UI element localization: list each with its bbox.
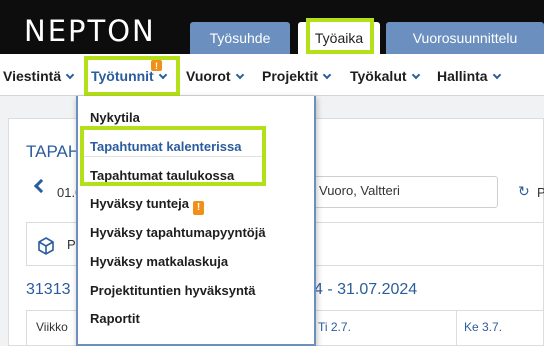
tyotunnit-dropdown: Nykytila Tapahtumat kalenterissa Tapahtu… bbox=[76, 96, 316, 346]
dropdown-item-hyvaksy-tapahtumapyyntoja[interactable]: Hyväksy tapahtumapyyntöjä bbox=[90, 225, 266, 240]
alert-badge: ! bbox=[193, 201, 204, 215]
tab-tyoaika[interactable]: Työaika bbox=[298, 22, 380, 54]
tab-vuorosuunnittelu[interactable]: Vuorosuunnittelu bbox=[386, 22, 544, 54]
menu-projektit[interactable]: Projektit bbox=[262, 68, 332, 84]
column-header-wed[interactable]: Ke 3.7. bbox=[464, 320, 502, 334]
menu-tyokalut[interactable]: Työkalut bbox=[350, 68, 420, 84]
chevron-down-icon bbox=[158, 70, 167, 80]
person-select[interactable]: Vuoro, Valtteri bbox=[310, 176, 498, 208]
tool-label[interactable]: P bbox=[67, 237, 76, 252]
dropdown-item-hyvaksy-matkalaskuja[interactable]: Hyväksy matkalaskuja bbox=[90, 254, 228, 269]
chevron-down-icon bbox=[65, 70, 75, 80]
refresh-icon[interactable]: ↻ bbox=[518, 183, 530, 200]
dropdown-item-tapahtumat-kalenterissa[interactable]: Tapahtumat kalenterissa bbox=[90, 139, 241, 154]
divider bbox=[80, 156, 262, 157]
chevron-down-icon bbox=[322, 70, 332, 80]
page-title: TAPAH bbox=[26, 142, 81, 161]
refresh-label[interactable]: P bbox=[537, 185, 544, 200]
column-header-tue[interactable]: Ti 2.7. bbox=[318, 320, 351, 334]
period-title-left: 31313 bbox=[26, 281, 71, 298]
menu-viestinta[interactable]: Viestintä bbox=[3, 68, 75, 84]
chevron-down-icon bbox=[411, 70, 420, 80]
menu-vuorot[interactable]: Vuorot bbox=[186, 68, 244, 84]
column-header-week: Viikko bbox=[36, 320, 68, 334]
app-logo: NEPTON bbox=[24, 14, 156, 48]
cube-icon[interactable] bbox=[37, 237, 55, 255]
main-menu-bar: Viestintä Työtunnit Vuorot Projektit Työ… bbox=[0, 54, 544, 96]
dropdown-item-projektituntien-hyvaksynta[interactable]: Projektituntien hyväksyntä bbox=[90, 283, 255, 298]
chevron-down-icon bbox=[235, 70, 244, 80]
period-title-right: 4 - 31.07.2024 bbox=[314, 281, 418, 298]
menu-hallinta[interactable]: Hallinta bbox=[437, 68, 501, 84]
chevron-down-icon bbox=[492, 70, 501, 80]
tab-tyosuhde[interactable]: Työsuhde bbox=[190, 22, 290, 54]
dropdown-item-raportit[interactable]: Raportit bbox=[90, 311, 140, 326]
alert-badge: ! bbox=[151, 60, 162, 71]
dropdown-item-nykytila[interactable]: Nykytila bbox=[90, 110, 140, 125]
dropdown-item-hyvaksy-tunteja[interactable]: Hyväksy tunteja! bbox=[90, 196, 204, 215]
column-divider bbox=[456, 310, 457, 346]
dropdown-item-tapahtumat-taulukossa[interactable]: Tapahtumat taulukossa bbox=[90, 168, 234, 183]
